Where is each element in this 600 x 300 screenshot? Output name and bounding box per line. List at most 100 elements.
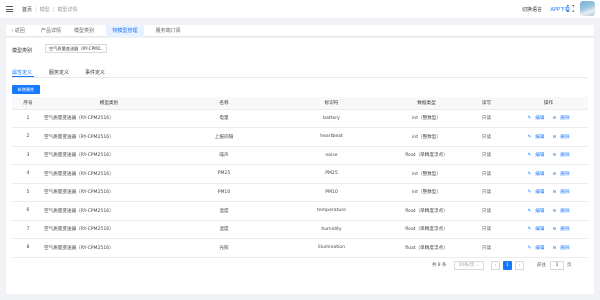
- delete-button[interactable]: ⊖ 删除: [551, 116, 572, 121]
- tab-event-definition[interactable]: 事件定义: [85, 69, 105, 76]
- model-type-select[interactable]: 空气质量变送器（RY-CPM2 ⌄: [45, 44, 107, 53]
- cell-read-write: 只读: [464, 146, 509, 165]
- active-tab-indicator: [12, 76, 34, 77]
- delete-label: 删除: [560, 153, 570, 159]
- language-switch[interactable]: 切换语言: [522, 7, 542, 13]
- menu-icon[interactable]: [6, 6, 13, 12]
- edit-label: 编辑: [535, 116, 545, 122]
- cell-read-write: 只读: [464, 220, 509, 239]
- edit-label: 编辑: [535, 153, 545, 159]
- edit-button[interactable]: ✎ 编辑: [525, 116, 546, 121]
- cell-actions: ✎ 编辑 ⊖ 删除: [509, 109, 588, 128]
- cell-name: PM25: [174, 164, 274, 184]
- cell-identifier: illumination: [274, 238, 389, 258]
- delete-icon: ⊖: [552, 134, 557, 140]
- cell-category: 空气质量变送器（RY-CPM2516）: [44, 220, 174, 239]
- delete-button[interactable]: ⊖ 删除: [551, 172, 572, 177]
- edit-button[interactable]: ✎ 编辑: [525, 246, 546, 251]
- column-header-data-type: 数据类型: [389, 97, 464, 110]
- cell-no: 2: [12, 127, 44, 147]
- delete-icon: ⊖: [552, 153, 557, 159]
- cell-no: 6: [12, 201, 44, 221]
- cell-no: 5: [12, 183, 44, 202]
- cell-category: 空气质量变送器（RY-CPM2516）: [44, 164, 174, 184]
- edit-label: 编辑: [535, 227, 545, 233]
- delete-icon: ⊖: [552, 190, 557, 196]
- table-row: 7 空气质量变送器（RY-CPM2516） 湿度 humidity float（单精度浮…: [12, 220, 588, 239]
- cell-read-write: 只读: [464, 164, 509, 184]
- delete-label: 删除: [560, 190, 570, 196]
- prev-page-button[interactable]: ‹: [491, 261, 500, 270]
- table-row: 5 空气质量变送器（RY-CPM2516） PM10 PM10 int（整数型） 只读 ✎ 编…: [12, 183, 588, 202]
- page-size-select[interactable]: 10条/页 ⌄: [454, 261, 484, 270]
- delete-button[interactable]: ⊖ 删除: [551, 246, 572, 251]
- add-property-button[interactable]: 新增属性: [12, 85, 40, 94]
- edit-icon: ✎: [527, 208, 532, 214]
- tab-model-category[interactable]: 模型类别: [69, 25, 99, 37]
- total-count: 共 8 条: [432, 263, 447, 268]
- cell-actions: ✎ 编辑 ⊖ 删除: [509, 164, 588, 184]
- edit-icon: ✎: [527, 134, 532, 140]
- breadcrumb-home[interactable]: 首页: [22, 7, 32, 13]
- column-header-no: 序号: [12, 97, 44, 110]
- cell-data-type: float（单精度浮点）: [389, 201, 464, 221]
- goto-page-input[interactable]: 1: [550, 261, 564, 270]
- goto-label: 前往: [537, 263, 546, 268]
- delete-label: 删除: [560, 227, 570, 233]
- tab-property-definition[interactable]: 属性定义: [12, 69, 32, 76]
- edit-button[interactable]: ✎ 编辑: [525, 209, 546, 214]
- cell-actions: ✎ 编辑 ⊖ 删除: [509, 146, 588, 165]
- edit-icon: ✎: [527, 171, 532, 177]
- edit-button[interactable]: ✎ 编辑: [525, 190, 546, 195]
- cell-name: 温度: [174, 201, 274, 221]
- edit-label: 编辑: [535, 190, 545, 196]
- table-row: 8 空气质量变送器（RY-CPM2516） 光照 illumination float（…: [12, 238, 588, 258]
- table-row: 6 空气质量变送器（RY-CPM2516） 温度 temperature float（单…: [12, 201, 588, 221]
- edit-label: 编辑: [535, 245, 545, 251]
- cell-read-write: 只读: [464, 201, 509, 221]
- cell-identifier: temperature: [274, 201, 389, 221]
- edit-label: 编辑: [535, 134, 545, 140]
- tab-back[interactable]: ‹ 返回: [6, 25, 30, 37]
- delete-label: 删除: [560, 171, 570, 177]
- delete-button[interactable]: ⊖ 删除: [551, 190, 572, 195]
- fullscreen-icon[interactable]: [567, 5, 574, 12]
- delete-button[interactable]: ⊖ 删除: [551, 135, 572, 140]
- delete-button[interactable]: ⊖ 删除: [551, 153, 572, 158]
- delete-label: 删除: [560, 116, 570, 122]
- cell-data-type: int（整数型）: [389, 109, 464, 128]
- top-right-actions: 切换语言 APP下载: [522, 6, 570, 13]
- breadcrumb-model[interactable]: 模型: [40, 7, 50, 13]
- tab-server-subscription[interactable]: 服务端订阅: [149, 25, 187, 37]
- avatar[interactable]: [580, 1, 595, 16]
- breadcrumb: 首页 / 模型 / 模型详情: [22, 7, 78, 13]
- next-page-button[interactable]: ›: [515, 261, 524, 270]
- edit-button[interactable]: ✎ 编辑: [525, 135, 546, 140]
- cell-identifier: battery: [274, 109, 389, 128]
- edit-button[interactable]: ✎ 编辑: [525, 227, 546, 232]
- delete-button[interactable]: ⊖ 删除: [551, 209, 572, 214]
- edit-button[interactable]: ✎ 编辑: [525, 172, 546, 177]
- delete-icon: ⊖: [552, 245, 557, 251]
- cell-actions: ✎ 编辑 ⊖ 删除: [509, 238, 588, 258]
- chevron-down-icon: ⌄: [99, 46, 103, 51]
- tab-product-detail[interactable]: 产品详情: [36, 25, 66, 37]
- cell-read-write: 只读: [464, 127, 509, 147]
- cell-data-type: float（单精度浮点）: [389, 238, 464, 258]
- definition-tabs: 属性定义 服务定义 事件定义: [12, 67, 588, 78]
- tab-thing-model-management[interactable]: 物模型管理: [106, 25, 144, 37]
- cell-name: 上报间隔: [174, 127, 274, 147]
- cell-name: 电量: [174, 109, 274, 128]
- cell-category: 空气质量变送器（RY-CPM2516）: [44, 183, 174, 202]
- main-panel: 模型类别 空气质量变送器（RY-CPM2 ⌄ 属性定义 服务定义 事件定义 新增…: [6, 38, 594, 294]
- cell-category: 空气质量变送器（RY-CPM2516）: [44, 127, 174, 147]
- pagination: 共 8 条 10条/页 ⌄ ‹ 1 › 前往 1 页: [432, 261, 582, 270]
- edit-button[interactable]: ✎ 编辑: [525, 153, 546, 158]
- column-header-identifier: 标识符: [274, 97, 389, 110]
- column-header-actions: 操作: [509, 97, 588, 110]
- tab-service-definition[interactable]: 服务定义: [49, 69, 69, 76]
- table-row: 1 空气质量变送器（RY-CPM2516） 电量 battery int（整数型） 只读 ✎…: [12, 109, 588, 128]
- cell-name: 噪声: [174, 146, 274, 165]
- delete-button[interactable]: ⊖ 删除: [551, 227, 572, 232]
- current-page[interactable]: 1: [503, 261, 512, 270]
